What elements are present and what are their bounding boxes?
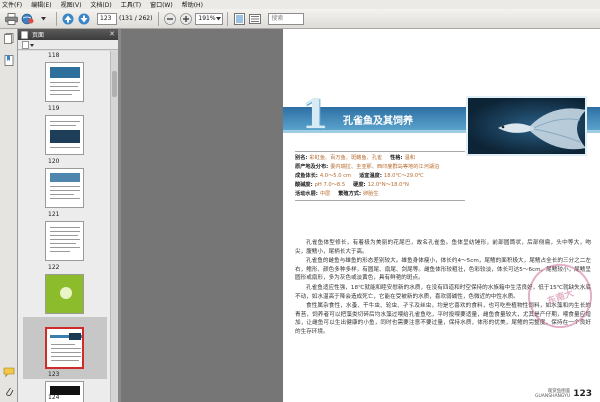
thumbnail-label: 119 (48, 105, 60, 112)
toolbar-separator (158, 11, 160, 26)
info-row: 酸碱度: pH 7.0～8.5 硬度: 12.0°N～18.0°N (295, 182, 409, 188)
panel-scrollbar[interactable] (110, 51, 118, 402)
chapter-number: 1 (301, 91, 329, 138)
comment-icon (3, 367, 15, 377)
thumbnail-label: 122 (48, 264, 60, 271)
thumbnail-label: 121 (48, 211, 60, 218)
panel-title: 页面 (32, 32, 45, 39)
document-page: 1 孔雀鱼及其饲养 别名: 彩虹鱼、百万鱼、斑鳍鱼、孔雀 性格: 温和 原产地及分布… (283, 29, 600, 402)
panel-options[interactable] (18, 40, 118, 50)
info-divider (295, 151, 465, 152)
thumbnail-page[interactable] (45, 221, 84, 261)
search-input[interactable]: 搜索 (268, 12, 305, 25)
page-number-input[interactable]: 123 (97, 12, 117, 25)
page-up-button[interactable] (61, 12, 75, 26)
options-icon (22, 40, 34, 49)
fit-width-icon (249, 13, 262, 24)
toolbar: 123 (131 / 262) 191% 搜索 (0, 9, 600, 29)
printer-icon (4, 12, 18, 25)
menu-tools[interactable]: 工具(T) (121, 0, 141, 9)
bookmarks-tab[interactable] (3, 54, 15, 66)
chevron-down-icon (40, 16, 46, 20)
thumbnail-page[interactable] (45, 62, 84, 102)
arrow-up-icon (62, 13, 74, 24)
navigation-strip (0, 29, 18, 402)
panel-header: 页面 ✕ (18, 29, 118, 40)
menu-document[interactable]: 文档(D) (90, 0, 111, 9)
menu-edit[interactable]: 编辑(E) (31, 0, 51, 9)
info-row: 活动水层: 中层 繁殖方式: 卵胎生 (295, 191, 379, 197)
page-down-button[interactable] (77, 12, 91, 26)
chapter-title: 孔雀鱼及其饲养 (343, 116, 413, 127)
pages-icon (21, 30, 28, 39)
arrow-down-icon (78, 13, 90, 24)
zoom-select[interactable]: 191% (195, 12, 224, 25)
thumbnail-label: 124 (48, 394, 60, 401)
menu-help[interactable]: 帮助(H) (182, 0, 203, 9)
menu-bar: 文件(F) 编辑(E) 视图(V) 文档(D) 工具(T) 窗口(W) 帮助(H… (0, 0, 600, 9)
thumbnail-page[interactable] (45, 274, 84, 314)
zoom-out-button[interactable] (163, 12, 177, 26)
comments-tab[interactable] (3, 366, 15, 378)
footer-page-number: 123 (573, 389, 592, 399)
print-button[interactable] (4, 12, 18, 26)
thumbnail-image (60, 287, 72, 299)
fish-icon (498, 108, 585, 150)
zoom-value: 191% (198, 15, 216, 22)
menu-view[interactable]: 视图(V) (61, 0, 82, 9)
scrollbar-thumb[interactable] (112, 71, 117, 97)
dropdown-arrow[interactable] (36, 12, 50, 26)
thumbnail-page[interactable] (45, 168, 84, 208)
fit-page-icon (234, 12, 245, 25)
thumbnail-image (50, 173, 80, 182)
toolbar-separator (227, 11, 229, 26)
page-count: (131 / 262) (119, 15, 153, 22)
fit-page-button[interactable] (232, 12, 246, 26)
close-icon[interactable]: ✕ (109, 30, 115, 38)
chevron-down-icon (216, 16, 222, 20)
zoom-in-icon (180, 12, 193, 25)
paperclip-icon (6, 387, 14, 396)
pages-icon (4, 32, 14, 44)
page-footer: 观赏鱼图鉴 GUANSHANGYU 123 (535, 389, 592, 399)
thumbnail-image (50, 67, 80, 78)
zoom-out-icon (164, 12, 177, 25)
thumbnail-image (50, 130, 80, 143)
thumbnail-list[interactable]: 118 119 120 121 122 123 124 (18, 51, 110, 402)
menu-window[interactable]: 窗口(W) (150, 0, 173, 9)
info-row: 成鱼体长: 4.0～5.0 cm 适宜温度: 18.0℃～29.0℃ (295, 173, 424, 179)
info-row: 原产地及分布: 委内瑞拉、圭亚那、西印度群岛等地的江河湖泊 (295, 164, 440, 170)
thumbnail-label: 120 (48, 158, 60, 165)
guppy-photo (466, 96, 587, 156)
pages-panel: 页面 ✕ 118 119 120 121 122 123 124 (18, 29, 118, 402)
menu-file[interactable]: 文件(F) (2, 0, 22, 9)
thumbnail-page[interactable] (45, 115, 84, 155)
thumbnail-label: 123 (48, 371, 60, 378)
footer-book-name: 观赏鱼图鉴 GUANSHANGYU (534, 389, 571, 399)
document-view[interactable]: 1 孔雀鱼及其饲养 别名: 彩虹鱼、百万鱼、斑鳍鱼、孔雀 性格: 温和 原产地及分布… (121, 29, 600, 402)
species-info: 别名: 彩虹鱼、百万鱼、斑鳍鱼、孔雀 性格: 温和 原产地及分布: 委内瑞拉、圭亚那、… (295, 153, 475, 198)
attachments-tab[interactable] (3, 385, 15, 397)
thumbnail-label: 118 (48, 52, 60, 59)
paragraph: 孔雀鱼体型修长，有着极为美丽的花尾巴，故名孔雀鱼。鱼体呈纺锤形，前部圆筒状，后部… (295, 240, 591, 255)
info-divider (295, 200, 465, 201)
thumbnail-page-selected[interactable] (45, 327, 84, 369)
thumbnail-image (69, 333, 81, 340)
fit-width-button[interactable] (248, 12, 262, 26)
pages-tab[interactable] (3, 32, 15, 44)
globe-icon (21, 13, 33, 24)
toolbar-separator (56, 11, 57, 26)
zoom-in-button[interactable] (179, 12, 193, 26)
info-row: 别名: 彩虹鱼、百万鱼、斑鳍鱼、孔雀 性格: 温和 (295, 155, 415, 161)
share-button[interactable] (20, 12, 34, 26)
bookmark-icon (4, 54, 14, 66)
